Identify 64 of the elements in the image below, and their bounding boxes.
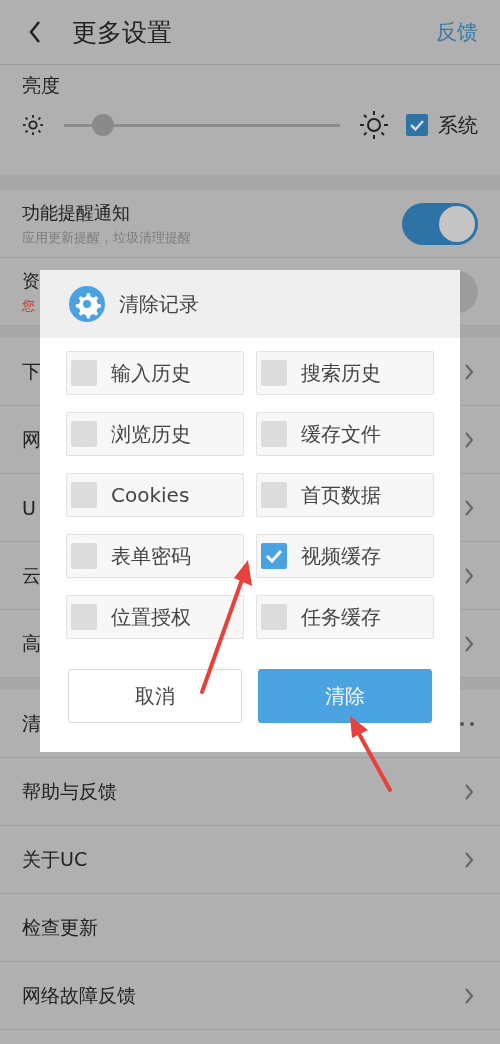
menu-item[interactable]: 网 — [22, 426, 41, 453]
settings-icon — [69, 286, 105, 322]
back-icon[interactable] — [28, 20, 42, 44]
menu-item[interactable]: 云 — [22, 562, 41, 589]
chevron-icon — [464, 986, 474, 1005]
option-chip[interactable]: 视频缓存 — [256, 534, 434, 578]
option-chip[interactable]: Cookies — [66, 473, 244, 517]
checkbox[interactable] — [261, 360, 287, 386]
sun-icon — [360, 111, 388, 139]
option-label: 位置授权 — [111, 603, 191, 631]
checkbox[interactable] — [261, 604, 287, 630]
slider-thumb[interactable] — [91, 114, 114, 136]
cancel-button[interactable]: 取消 — [68, 669, 242, 723]
option-label: 搜索历史 — [301, 359, 381, 387]
menu-item[interactable]: 高 — [22, 630, 41, 657]
menu-item[interactable]: 清 — [22, 710, 41, 737]
menu-item[interactable]: 网络故障反馈 — [22, 982, 136, 1009]
option-chip[interactable]: 表单密码 — [66, 534, 244, 578]
option-label: Cookies — [111, 483, 190, 507]
option-label: 视频缓存 — [301, 542, 381, 570]
option-chip[interactable]: 搜索历史 — [256, 351, 434, 395]
option-label: 任务缓存 — [301, 603, 381, 631]
checkbox[interactable] — [71, 421, 97, 447]
setting-subtitle: 您 — [22, 296, 36, 315]
option-chip[interactable]: 任务缓存 — [256, 595, 434, 639]
setting-title: 资 — [22, 268, 40, 293]
option-chip[interactable]: 缓存文件 — [256, 412, 434, 456]
menu-item[interactable]: U — [22, 496, 36, 519]
chevron-icon — [464, 566, 474, 585]
checkbox[interactable] — [406, 114, 428, 136]
option-label: 缓存文件 — [301, 420, 381, 448]
checkbox[interactable] — [261, 543, 287, 569]
dots-icon — [460, 721, 474, 726]
setting-title: 功能提醒通知 — [22, 200, 131, 225]
checkbox[interactable] — [71, 604, 97, 630]
menu-item[interactable]: 帮助与反馈 — [22, 778, 117, 805]
checkbox[interactable] — [71, 482, 97, 508]
checkbox[interactable] — [71, 543, 97, 569]
checkbox[interactable] — [261, 421, 287, 447]
chevron-icon — [464, 782, 474, 801]
option-chip[interactable]: 位置授权 — [66, 595, 244, 639]
page-title: 更多设置 — [72, 16, 172, 49]
option-label: 浏览历史 — [111, 420, 191, 448]
brightness-label: 亮度 — [22, 73, 61, 98]
chevron-icon — [464, 850, 474, 869]
chevron-icon — [464, 634, 474, 653]
chevron-icon — [464, 430, 474, 449]
checkbox[interactable] — [71, 360, 97, 386]
option-label: 表单密码 — [111, 542, 191, 570]
dialog-title: 清除记录 — [119, 290, 199, 318]
checkbox[interactable] — [261, 482, 287, 508]
option-label: 首页数据 — [301, 481, 381, 509]
option-label: 输入历史 — [111, 359, 191, 387]
chevron-icon — [464, 498, 474, 517]
option-chip[interactable]: 首页数据 — [256, 473, 434, 517]
option-chip[interactable]: 输入历史 — [66, 351, 244, 395]
option-chip[interactable]: 浏览历史 — [66, 412, 244, 456]
menu-item[interactable]: 关于UC — [22, 846, 88, 873]
chevron-icon — [464, 362, 474, 381]
menu-item[interactable]: 下 — [22, 358, 41, 385]
toggle-switch[interactable] — [402, 202, 478, 245]
menu-item[interactable]: 检查更新 — [22, 914, 98, 941]
sun-icon — [22, 114, 44, 136]
system-label: 系统 — [438, 111, 478, 139]
